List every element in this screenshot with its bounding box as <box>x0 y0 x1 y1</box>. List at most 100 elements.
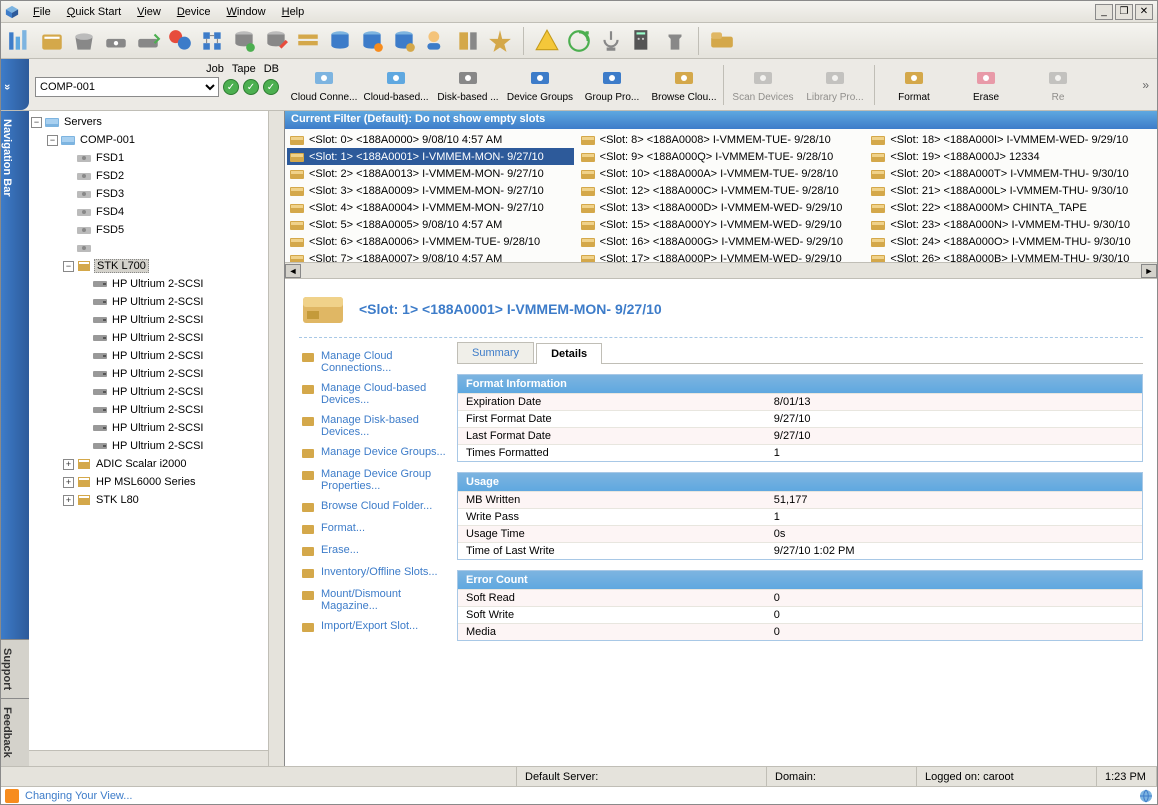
toolbar-erase[interactable]: Erase <box>951 61 1021 109</box>
tb-icon[interactable] <box>359 28 385 54</box>
tree-node-hp-ultrium-2-scsi[interactable]: HP Ultrium 2-SCSI <box>31 401 282 419</box>
tb-icon[interactable] <box>534 28 560 54</box>
tb-icon[interactable] <box>566 28 592 54</box>
slot-row[interactable]: <Slot: 12> <188A000C> I-VMMEM-TUE- 9/28/… <box>578 182 865 199</box>
tb-icon[interactable] <box>7 28 33 54</box>
tree-node-hp-ultrium-2-scsi[interactable]: HP Ultrium 2-SCSI <box>31 437 282 455</box>
tb-icon[interactable] <box>199 28 225 54</box>
action-browse-cloud-folder-[interactable]: Browse Cloud Folder... <box>299 496 449 518</box>
menu-help[interactable]: Help <box>274 4 313 20</box>
toolbar-group-pro-[interactable]: Group Pro... <box>577 61 647 109</box>
tree-node-hp-ultrium-2-scsi[interactable]: HP Ultrium 2-SCSI <box>31 347 282 365</box>
tb-icon[interactable] <box>71 28 97 54</box>
tb-icon[interactable] <box>455 28 481 54</box>
slot-row[interactable]: <Slot: 20> <188A000T> I-VMMEM-THU- 9/30/… <box>868 165 1155 182</box>
action-manage-device-group-properties-[interactable]: Manage Device Group Properties... <box>299 464 449 496</box>
toolbar-cloud-based-[interactable]: Cloud-based... <box>361 61 431 109</box>
slot-row[interactable]: <Slot: 10> <188A000A> I-VMMEM-TUE- 9/28/… <box>578 165 865 182</box>
tree-node-fsd5[interactable]: FSD5 <box>31 221 282 239</box>
tree-node-hp-ultrium-2-scsi[interactable]: HP Ultrium 2-SCSI <box>31 383 282 401</box>
minimize-button[interactable]: _ <box>1095 4 1113 20</box>
tb-icon[interactable] <box>423 28 449 54</box>
menu-view[interactable]: View <box>129 4 169 20</box>
toolbar-browse-clou-[interactable]: Browse Clou... <box>649 61 719 109</box>
close-button[interactable]: ✕ <box>1135 4 1153 20</box>
action-manage-device-groups-[interactable]: Manage Device Groups... <box>299 442 449 464</box>
tree-node-servers[interactable]: −Servers <box>31 113 282 131</box>
tree-node-fsd2[interactable]: FSD2 <box>31 167 282 185</box>
tree-node-hp-ultrium-2-scsi[interactable]: HP Ultrium 2-SCSI <box>31 365 282 383</box>
tree-node-fsd4[interactable]: FSD4 <box>31 203 282 221</box>
tree-node-[interactable] <box>31 239 282 257</box>
slot-row[interactable]: <Slot: 4> <188A0004> I-VMMEM-MON- 9/27/1… <box>287 199 574 216</box>
slot-row[interactable]: <Slot: 18> <188A000I> I-VMMEM-WED- 9/29/… <box>868 131 1155 148</box>
action-manage-disk-based-devices-[interactable]: Manage Disk-based Devices... <box>299 410 449 442</box>
slot-row[interactable]: <Slot: 0> <188A0000> 9/08/10 4:57 AM <box>287 131 574 148</box>
action-mount-dismount-magazine-[interactable]: Mount/Dismount Magazine... <box>299 584 449 616</box>
tree-scrollbar-h[interactable] <box>29 750 268 766</box>
menu-device[interactable]: Device <box>169 4 219 20</box>
tree-node-hp-ultrium-2-scsi[interactable]: HP Ultrium 2-SCSI <box>31 311 282 329</box>
tree-node-hp-ultrium-2-scsi[interactable]: HP Ultrium 2-SCSI <box>31 329 282 347</box>
slot-row[interactable]: <Slot: 9> <188A000Q> I-VMMEM-TUE- 9/28/1… <box>578 148 865 165</box>
action-manage-cloud-based-devices-[interactable]: Manage Cloud-based Devices... <box>299 378 449 410</box>
action-manage-cloud-connections-[interactable]: Manage Cloud Connections... <box>299 346 449 378</box>
tb-icon[interactable] <box>662 28 688 54</box>
restore-button[interactable]: ❐ <box>1115 4 1133 20</box>
slot-row[interactable]: <Slot: 1> <188A0001> I-VMMEM-MON- 9/27/1… <box>287 148 574 165</box>
action-format-[interactable]: Format... <box>299 518 449 540</box>
tb-icon[interactable] <box>295 28 321 54</box>
tab-details[interactable]: Details <box>536 343 602 364</box>
menu-window[interactable]: Window <box>218 4 273 20</box>
slots-scroll-left[interactable]: ◄ <box>285 264 301 278</box>
slot-row[interactable]: <Slot: 21> <188A000L> I-VMMEM-THU- 9/30/… <box>868 182 1155 199</box>
tb-icon[interactable] <box>709 28 735 54</box>
action-inventory-offline-slots-[interactable]: Inventory/Offline Slots... <box>299 562 449 584</box>
tb-icon[interactable] <box>231 28 257 54</box>
navigation-bar-tab[interactable]: Navigation Bar <box>1 111 29 205</box>
server-combo[interactable]: COMP-001 <box>35 77 219 97</box>
tree-scrollbar-v[interactable] <box>268 111 284 766</box>
tree-node-fsd3[interactable]: FSD3 <box>31 185 282 203</box>
navbar-tab-top[interactable]: » <box>1 59 29 110</box>
toolbar-format[interactable]: Format <box>879 61 949 109</box>
tb-icon[interactable] <box>487 28 513 54</box>
slot-row[interactable]: <Slot: 24> <188A000O> I-VMMEM-THU- 9/30/… <box>868 233 1155 250</box>
slot-row[interactable]: <Slot: 19> <188A000J> 12334 <box>868 148 1155 165</box>
menu-quick-start[interactable]: Quick Start <box>59 4 129 20</box>
action-import-export-slot-[interactable]: Import/Export Slot... <box>299 616 449 638</box>
tree-node-adic-scalar-i2000[interactable]: +ADIC Scalar i2000 <box>31 455 282 473</box>
action-erase-[interactable]: Erase... <box>299 540 449 562</box>
toolbar-cloud-conne-[interactable]: Cloud Conne... <box>289 61 359 109</box>
slots-scroll-right[interactable]: ► <box>1141 264 1157 278</box>
slot-row[interactable]: <Slot: 23> <188A000N> I-VMMEM-THU- 9/30/… <box>868 216 1155 233</box>
news-link[interactable]: Changing Your View... <box>25 790 132 802</box>
tb-icon[interactable] <box>598 28 624 54</box>
menu-file[interactable]: File <box>25 4 59 20</box>
slot-row[interactable]: <Slot: 13> <188A000D> I-VMMEM-WED- 9/29/… <box>578 199 865 216</box>
tb-icon[interactable] <box>263 28 289 54</box>
tb-icon[interactable] <box>39 28 65 54</box>
tree-node-hp-ultrium-2-scsi[interactable]: HP Ultrium 2-SCSI <box>31 419 282 437</box>
slot-row[interactable]: <Slot: 6> <188A0006> I-VMMEM-TUE- 9/28/1… <box>287 233 574 250</box>
tree-node-comp-001[interactable]: −COMP-001 <box>31 131 282 149</box>
tb-icon[interactable] <box>630 28 656 54</box>
tab-summary[interactable]: Summary <box>457 342 534 363</box>
toolbar-disk-based-[interactable]: Disk-based ... <box>433 61 503 109</box>
slot-row[interactable]: <Slot: 2> <188A0013> I-VMMEM-MON- 9/27/1… <box>287 165 574 182</box>
tree-node-hp-ultrium-2-scsi[interactable]: HP Ultrium 2-SCSI <box>31 275 282 293</box>
tree-node-stk-l80[interactable]: +STK L80 <box>31 491 282 509</box>
tree-node-hp-msl6000-series[interactable]: +HP MSL6000 Series <box>31 473 282 491</box>
tb-icon[interactable] <box>167 28 193 54</box>
toolbar-device-groups[interactable]: Device Groups <box>505 61 575 109</box>
tb-icon[interactable] <box>135 28 161 54</box>
slot-row[interactable]: <Slot: 22> <188A000M> CHINTA_TAPE <box>868 199 1155 216</box>
feedback-tab[interactable]: Feedback <box>1 698 29 766</box>
slot-row[interactable]: <Slot: 8> <188A0008> I-VMMEM-TUE- 9/28/1… <box>578 131 865 148</box>
slot-row[interactable]: <Slot: 15> <188A000Y> I-VMMEM-WED- 9/29/… <box>578 216 865 233</box>
tree-node-stk-l700[interactable]: −STK L700 <box>31 257 282 275</box>
tree-node-fsd1[interactable]: FSD1 <box>31 149 282 167</box>
toolbar-overflow-icon[interactable]: » <box>1138 78 1153 92</box>
support-tab[interactable]: Support <box>1 639 29 698</box>
tree-node-hp-ultrium-2-scsi[interactable]: HP Ultrium 2-SCSI <box>31 293 282 311</box>
